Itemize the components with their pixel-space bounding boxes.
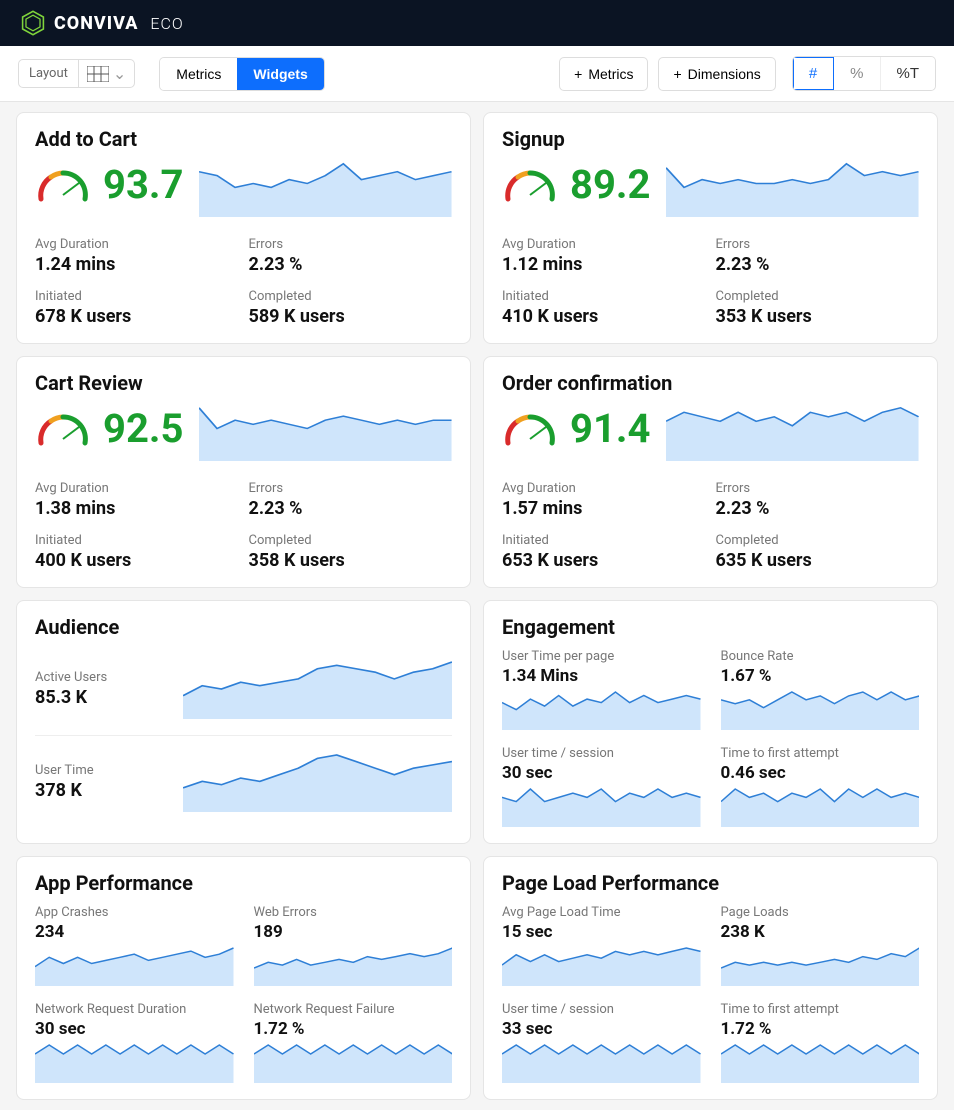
stat-time-first-attempt: Time to first attempt0.46 sec (721, 746, 920, 827)
card-page-load: Page Load Performance Avg Page Load Time… (483, 856, 938, 1100)
stat-user-time-page: User Time per page1.34 Mins (502, 649, 701, 730)
layout-grid-button[interactable]: ⌄ (79, 60, 134, 87)
stat-user-time-session: User time / session30 sec (502, 746, 701, 827)
score-value: 93.7 (103, 161, 183, 208)
grid-icon (87, 66, 109, 82)
stat-avg-page-load: Avg Page Load Time15 sec (502, 905, 701, 986)
stat-initiated: Initiated400 K users (35, 533, 239, 571)
stat-completed: Completed358 K users (249, 533, 453, 571)
sparkline (721, 787, 920, 827)
layout-label: Layout (19, 60, 79, 87)
sparkline (183, 752, 452, 812)
conviva-logo-icon (20, 10, 46, 36)
stat-bounce-rate: Bounce Rate1.67 % (721, 649, 920, 730)
gauge-icon (502, 409, 558, 449)
score-value: 89.2 (570, 161, 650, 208)
card-title: Order confirmation (502, 371, 919, 395)
format-percent-button[interactable]: % (834, 57, 880, 90)
stat-user-time-session: User time / session33 sec (502, 1002, 701, 1083)
stat-errors: Errors2.23 % (249, 481, 453, 519)
tab-metrics[interactable]: Metrics (160, 58, 237, 90)
card-add-to-cart: Add to Cart 93.7 Avg Duration1.24 mins E… (16, 112, 471, 344)
plus-icon: + (574, 66, 582, 82)
stat-completed: Completed353 K users (716, 289, 920, 327)
stat-initiated: Initiated678 K users (35, 289, 239, 327)
gauge-icon (35, 409, 91, 449)
brand-product: ECO (150, 14, 183, 33)
card-title: App Performance (35, 871, 452, 895)
sparkline (199, 405, 452, 461)
stat-network-failure: Network Request Failure1.72 % (254, 1002, 453, 1083)
gauge-icon (35, 165, 91, 205)
stat-label: User Time (35, 763, 165, 778)
sparkline (183, 659, 452, 719)
stat-time-first-attempt: Time to first attempt1.72 % (721, 1002, 920, 1083)
brand-logo: CONVIVA ECO (20, 10, 184, 36)
stat-errors: Errors2.23 % (716, 237, 920, 275)
card-title: Page Load Performance (502, 871, 919, 895)
sparkline (254, 1043, 453, 1083)
stat-avg-duration: Avg Duration1.12 mins (502, 237, 706, 275)
dashboard-grid: Add to Cart 93.7 Avg Duration1.24 mins E… (0, 102, 954, 1110)
stat-completed: Completed635 K users (716, 533, 920, 571)
stat-avg-duration: Avg Duration1.24 mins (35, 237, 239, 275)
card-title: Signup (502, 127, 919, 151)
stat-completed: Completed589 K users (249, 289, 453, 327)
layout-selector[interactable]: Layout ⌄ (18, 59, 135, 88)
sparkline (35, 946, 234, 986)
gauge-icon (502, 165, 558, 205)
add-metrics-label: Metrics (588, 66, 633, 82)
stat-initiated: Initiated653 K users (502, 533, 706, 571)
sparkline (502, 690, 701, 730)
stat-value: 378 K (35, 780, 165, 801)
sparkline (502, 787, 701, 827)
stat-initiated: Initiated410 K users (502, 289, 706, 327)
top-bar: CONVIVA ECO (0, 0, 954, 46)
add-dimensions-label: Dimensions (688, 66, 761, 82)
sparkline (502, 946, 701, 986)
card-cart-review: Cart Review 92.5 Avg Duration1.38 mins E… (16, 356, 471, 588)
sparkline (199, 161, 452, 217)
plus-icon: + (673, 66, 681, 82)
format-toggle: # % %T (792, 56, 936, 91)
stat-avg-duration: Avg Duration1.57 mins (502, 481, 706, 519)
score-value: 91.4 (570, 405, 650, 452)
view-tabs: Metrics Widgets (159, 57, 324, 91)
sparkline (35, 1043, 234, 1083)
stat-page-loads: Page Loads238 K (721, 905, 920, 986)
card-audience: Audience Active Users 85.3 K User Time 378… (16, 600, 471, 844)
stat-web-errors: Web Errors189 (254, 905, 453, 986)
format-hash-button[interactable]: # (793, 57, 834, 90)
card-title: Audience (35, 615, 452, 639)
stat-errors: Errors2.23 % (716, 481, 920, 519)
card-title: Engagement (502, 615, 919, 639)
card-signup: Signup 89.2 Avg Duration1.12 mins Errors… (483, 112, 938, 344)
stat-label: Active Users (35, 670, 165, 685)
add-dimensions-button[interactable]: + Dimensions (658, 57, 775, 91)
sparkline (666, 405, 919, 461)
sparkline (666, 161, 919, 217)
sparkline (254, 946, 453, 986)
score-value: 92.5 (103, 405, 183, 452)
card-app-performance: App Performance App Crashes234 Web Error… (16, 856, 471, 1100)
stat-value: 85.3 K (35, 687, 165, 708)
stat-errors: Errors2.23 % (249, 237, 453, 275)
toolbar: Layout ⌄ Metrics Widgets + Metrics + Dimen… (0, 46, 954, 102)
tab-widgets[interactable]: Widgets (237, 58, 323, 90)
stat-avg-duration: Avg Duration1.38 mins (35, 481, 239, 519)
card-title: Add to Cart (35, 127, 452, 151)
sparkline (721, 946, 920, 986)
sparkline (502, 1043, 701, 1083)
add-metrics-button[interactable]: + Metrics (559, 57, 648, 91)
brand-name: CONVIVA (54, 13, 138, 34)
card-engagement: Engagement User Time per page1.34 Mins B… (483, 600, 938, 844)
format-percent-t-button[interactable]: %T (881, 57, 936, 90)
sparkline (721, 690, 920, 730)
stat-network-duration: Network Request Duration30 sec (35, 1002, 234, 1083)
card-title: Cart Review (35, 371, 452, 395)
chevron-down-icon: ⌄ (113, 64, 126, 83)
sparkline (721, 1043, 920, 1083)
stat-app-crashes: App Crashes234 (35, 905, 234, 986)
card-order-confirmation: Order confirmation 91.4 Avg Duration1.57… (483, 356, 938, 588)
